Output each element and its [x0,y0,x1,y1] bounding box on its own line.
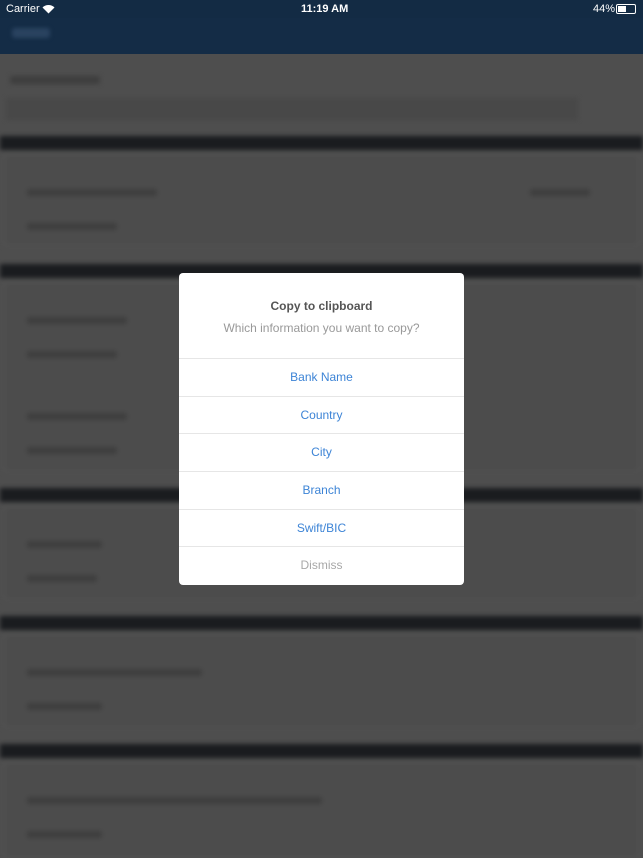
wifi-icon [42,5,55,14]
dialog-subtitle: Which information you want to copy? [223,321,420,335]
copy-to-clipboard-dialog: Copy to clipboard Which information you … [179,273,464,585]
option-swift-bic[interactable]: Swift/BIC [179,510,464,548]
battery-icon [616,4,636,14]
dialog-title: Copy to clipboard [270,299,373,313]
option-branch[interactable]: Branch [179,472,464,510]
back-button[interactable] [12,28,50,38]
battery-label: 44% [593,3,616,15]
carrier-label: Carrier [6,3,40,15]
time-label: 11:19 AM [301,3,349,15]
option-bank-name[interactable]: Bank Name [179,359,464,397]
option-city[interactable]: City [179,434,464,473]
navigation-bar [0,18,643,54]
status-bar: Carrier 11:19 AM 44% [0,0,643,18]
dismiss-button[interactable]: Dismiss [179,547,464,585]
option-country[interactable]: Country [179,397,464,435]
